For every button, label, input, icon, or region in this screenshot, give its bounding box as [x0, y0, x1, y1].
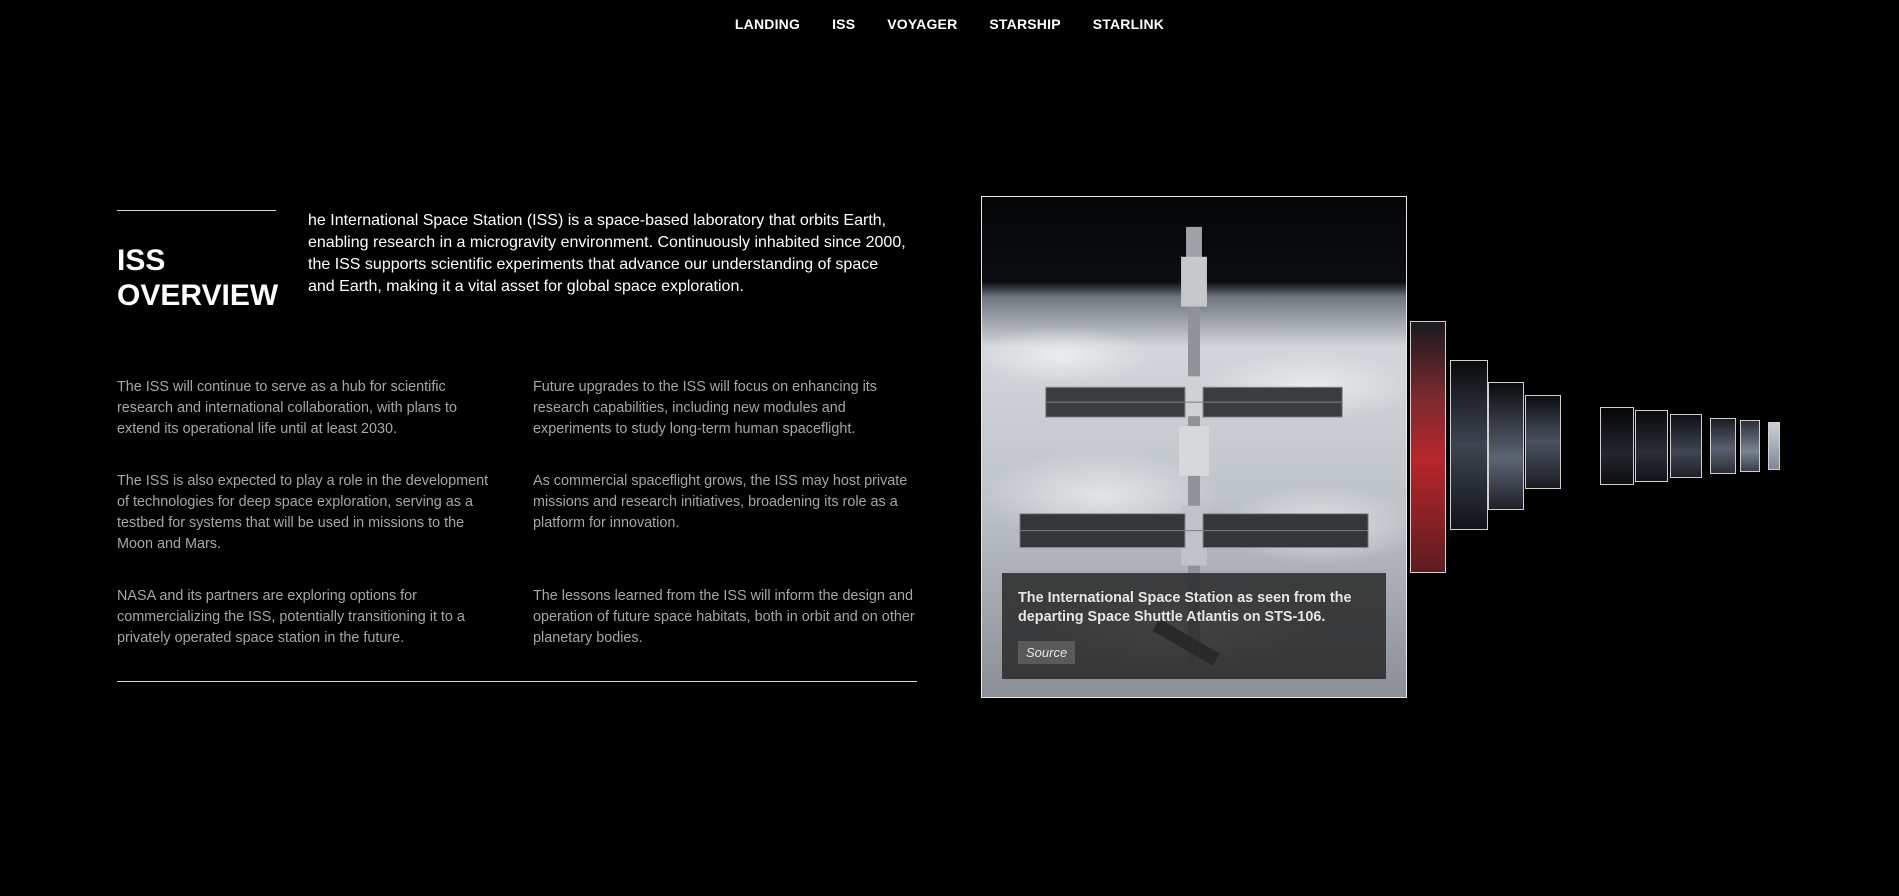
gallery-thumbnail[interactable]	[1525, 395, 1561, 489]
paragraph-deep-space: The ISS is also expected to play a role …	[117, 473, 489, 552]
source-button[interactable]: Source	[1018, 641, 1076, 664]
paragraph-lessons: The lessons learned from the ISS will in…	[533, 588, 915, 646]
bottom-divider	[117, 681, 917, 682]
nav-starlink[interactable]: STARLINK	[1077, 14, 1180, 34]
gallery-thumbnail[interactable]	[1710, 418, 1736, 474]
gallery-thumbnail[interactable]	[1670, 414, 1702, 478]
gallery-thumbnail[interactable]	[1768, 422, 1780, 470]
paragraph-hub: The ISS will continue to serve as a hub …	[117, 379, 457, 437]
page-title: ISS OVERVIEW	[117, 244, 279, 312]
gallery-thumbnail[interactable]	[1450, 360, 1488, 530]
intro-paragraph: he International Space Station (ISS) is …	[308, 212, 906, 295]
gallery-main-image[interactable]: The International Space Station as seen …	[981, 196, 1407, 698]
gallery-thumbnail[interactable]	[1740, 420, 1760, 472]
nav-iss[interactable]: ISS	[816, 14, 871, 34]
gallery-thumbnail[interactable]	[1635, 410, 1668, 482]
top-nav: LANDING ISS VOYAGER STARSHIP STARLINK	[0, 14, 1899, 34]
nav-starship[interactable]: STARSHIP	[973, 14, 1076, 34]
gallery-thumbnail[interactable]	[1488, 382, 1524, 510]
paragraph-upgrades: Future upgrades to the ISS will focus on…	[533, 379, 877, 437]
nav-landing[interactable]: LANDING	[719, 14, 816, 34]
paragraph-commercialization: NASA and its partners are exploring opti…	[117, 588, 465, 646]
title-divider	[117, 210, 276, 211]
caption-text: The International Space Station as seen …	[1018, 590, 1352, 625]
paragraph-commercial-flight: As commercial spaceflight grows, the ISS…	[533, 473, 908, 531]
image-caption: The International Space Station as seen …	[1002, 573, 1386, 679]
nav-voyager[interactable]: VOYAGER	[871, 14, 973, 34]
gallery-thumbnail[interactable]	[1410, 321, 1446, 573]
gallery-thumbnail[interactable]	[1600, 407, 1634, 485]
